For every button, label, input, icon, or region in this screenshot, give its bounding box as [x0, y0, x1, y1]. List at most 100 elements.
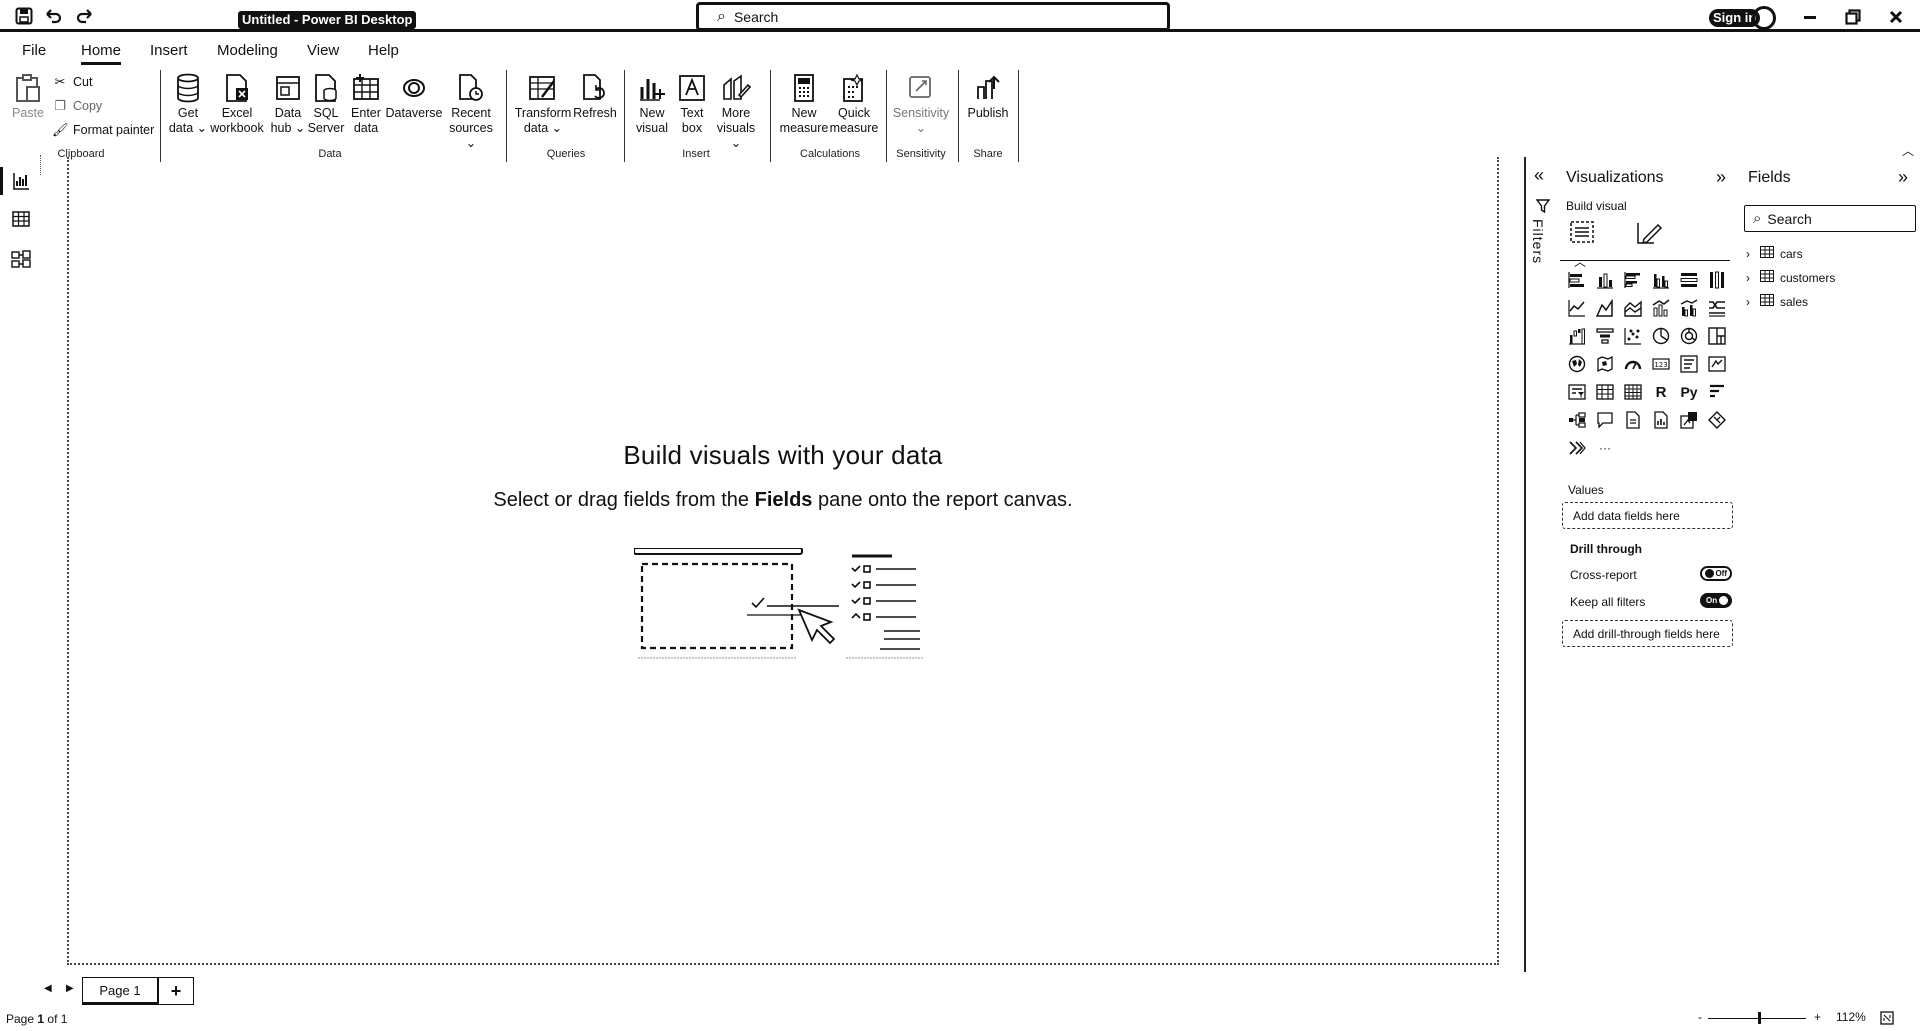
- refresh-button[interactable]: Refresh: [572, 72, 618, 121]
- restore-icon[interactable]: [1840, 4, 1866, 30]
- add-drill-through-well[interactable]: Add drill-through fields here: [1562, 620, 1733, 647]
- menu-insert[interactable]: Insert: [150, 42, 188, 59]
- more-options-icon[interactable]: ···: [1594, 437, 1616, 459]
- map-icon[interactable]: [1566, 353, 1588, 375]
- fields-search-input[interactable]: ⌕ Search: [1744, 205, 1916, 232]
- slicer-icon[interactable]: [1566, 381, 1588, 403]
- line-and-clustered-column-chart-icon[interactable]: [1678, 297, 1700, 319]
- shape-map-icon[interactable]: [1622, 353, 1644, 375]
- clustered-bar-chart-icon[interactable]: [1622, 269, 1644, 291]
- matrix-icon[interactable]: [1622, 381, 1644, 403]
- add-data-fields-well[interactable]: Add data fields here: [1562, 502, 1733, 529]
- line-and-column-chart-icon[interactable]: [1650, 297, 1672, 319]
- zoom-slider-thumb[interactable]: [1758, 1012, 1761, 1024]
- treemap-icon[interactable]: [1706, 325, 1728, 347]
- excel-workbook-button[interactable]: Excel workbook: [208, 72, 266, 136]
- get-data-button[interactable]: Get data ⌄: [168, 72, 208, 136]
- save-icon[interactable]: [13, 6, 35, 26]
- kpi-icon[interactable]: [1706, 353, 1728, 375]
- new-measure-button[interactable]: New measure: [776, 72, 832, 136]
- key-influencers-icon[interactable]: [1706, 381, 1728, 403]
- paste-button[interactable]: Paste: [10, 72, 46, 121]
- zoom-out-button[interactable]: -: [1698, 1010, 1702, 1024]
- quick-measure-button[interactable]: Quick measure: [828, 72, 880, 136]
- r-script-visual-icon[interactable]: R: [1650, 381, 1672, 403]
- smart-narrative-icon[interactable]: [1622, 409, 1644, 431]
- gauge-icon[interactable]: 123: [1650, 353, 1672, 375]
- scatter-chart-icon[interactable]: [1622, 325, 1644, 347]
- model-view-icon[interactable]: [10, 248, 32, 270]
- report-canvas[interactable]: Build visuals with your data Select or d…: [67, 157, 1499, 965]
- redo-icon[interactable]: [74, 6, 96, 26]
- zoom-level[interactable]: 112%: [1836, 1010, 1866, 1024]
- build-visual-tab-icon[interactable]: [1568, 219, 1600, 249]
- page-tab-1[interactable]: Page 1: [82, 977, 158, 1005]
- transform-data-button[interactable]: Transform data ⌄: [514, 72, 572, 136]
- python-visual-icon[interactable]: Py: [1678, 381, 1700, 403]
- text-box-button[interactable]: Text box: [672, 72, 712, 136]
- filled-map-icon[interactable]: [1594, 353, 1616, 375]
- donut-chart-icon[interactable]: [1678, 325, 1700, 347]
- menu-home[interactable]: Home: [81, 42, 122, 65]
- menu-help[interactable]: Help: [368, 42, 399, 59]
- field-table-sales[interactable]: › sales: [1746, 294, 1808, 309]
- waterfall-chart-icon[interactable]: [1566, 325, 1588, 347]
- funnel-chart-icon[interactable]: [1594, 325, 1616, 347]
- global-search-box[interactable]: ⌕ Search: [696, 2, 1170, 31]
- power-apps-icon[interactable]: [1678, 409, 1700, 431]
- decomposition-tree-icon[interactable]: [1566, 409, 1588, 431]
- clustered-column-chart-icon[interactable]: [1650, 269, 1672, 291]
- field-table-cars[interactable]: › cars: [1746, 246, 1803, 261]
- publish-button[interactable]: Publish: [964, 72, 1012, 121]
- fit-to-page-icon[interactable]: [1880, 1011, 1894, 1030]
- field-table-customers[interactable]: › customers: [1746, 270, 1835, 285]
- paginated-report-icon[interactable]: [1650, 409, 1672, 431]
- area-chart-icon[interactable]: [1594, 297, 1616, 319]
- format-painter-button[interactable]: 🖌 Format painter: [52, 122, 154, 138]
- format-visual-tab-icon[interactable]: [1634, 219, 1666, 249]
- avatar[interactable]: [1752, 6, 1776, 30]
- menu-view[interactable]: View: [307, 42, 339, 59]
- sensitivity-button[interactable]: Sensitivity ⌄: [892, 72, 950, 136]
- minimize-icon[interactable]: [1797, 4, 1823, 30]
- next-page-arrow-icon[interactable]: ▶: [66, 983, 74, 994]
- collapse-visualizations-chevron-icon[interactable]: »: [1716, 167, 1726, 188]
- cut-button[interactable]: ✂ Cut: [52, 74, 93, 90]
- collapse-fields-chevron-icon[interactable]: »: [1898, 167, 1908, 188]
- copy-button[interactable]: ❐ Copy: [52, 98, 102, 114]
- more-visuals-button[interactable]: More visuals ⌄: [712, 72, 760, 151]
- enter-data-button[interactable]: Enter data: [348, 72, 384, 136]
- multi-row-card-icon[interactable]: [1678, 353, 1700, 375]
- zoom-in-button[interactable]: +: [1814, 1010, 1821, 1024]
- menu-file[interactable]: File: [22, 42, 46, 59]
- add-page-button[interactable]: +: [158, 977, 194, 1005]
- collapse-ribbon-icon[interactable]: ︿: [1902, 142, 1914, 159]
- power-automate-icon[interactable]: [1706, 409, 1728, 431]
- filters-pane-collapsed[interactable]: « Filters: [1526, 165, 1558, 285]
- pie-chart-icon[interactable]: [1650, 325, 1672, 347]
- stacked-column-chart-icon[interactable]: [1594, 269, 1616, 291]
- table-visual-icon[interactable]: [1594, 381, 1616, 403]
- data-hub-button[interactable]: Data hub ⌄: [268, 72, 308, 136]
- recent-sources-button[interactable]: Recent sources ⌄: [446, 72, 496, 151]
- line-chart-icon[interactable]: [1566, 297, 1588, 319]
- get-more-visuals-icon[interactable]: [1566, 437, 1588, 459]
- stacked-area-chart-icon[interactable]: [1622, 297, 1644, 319]
- keep-all-filters-toggle[interactable]: On: [1700, 593, 1732, 608]
- zoom-slider-track[interactable]: [1708, 1018, 1806, 1019]
- undo-icon[interactable]: [42, 6, 64, 26]
- ribbon-chart-icon[interactable]: [1706, 297, 1728, 319]
- 100-stacked-column-chart-icon[interactable]: [1706, 269, 1728, 291]
- dataverse-button[interactable]: Dataverse: [386, 72, 443, 121]
- report-view-icon[interactable]: [10, 170, 32, 192]
- new-visual-button[interactable]: New visual: [632, 72, 672, 136]
- cross-report-toggle[interactable]: Off: [1700, 566, 1732, 581]
- stacked-bar-chart-icon[interactable]: [1566, 269, 1588, 291]
- table-view-icon[interactable]: [10, 208, 32, 230]
- close-icon[interactable]: [1883, 4, 1909, 30]
- sql-server-button[interactable]: SQL Server: [308, 72, 344, 136]
- 100-stacked-bar-chart-icon[interactable]: [1678, 269, 1700, 291]
- previous-page-arrow-icon[interactable]: ◀: [44, 983, 52, 994]
- qa-visual-icon[interactable]: [1594, 409, 1616, 431]
- expand-filters-chevron-icon[interactable]: «: [1534, 165, 1544, 186]
